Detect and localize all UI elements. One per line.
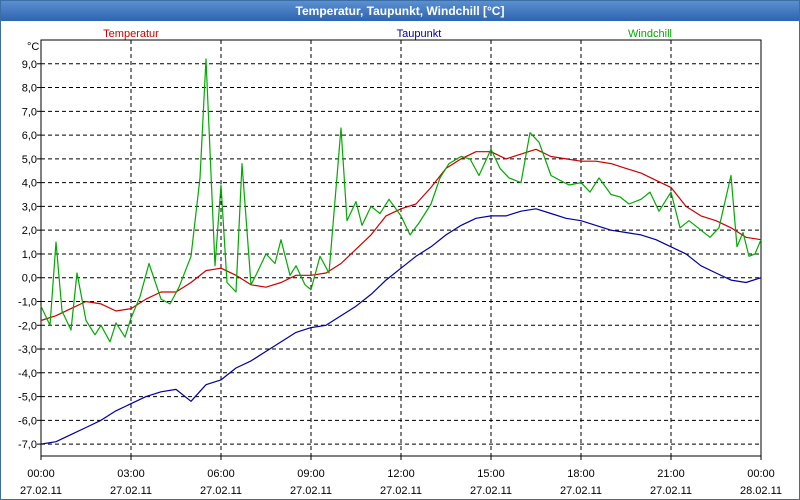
x-tick-date-label: 27.02.11 <box>20 485 62 497</box>
y-tick-label: -5,0 <box>18 392 37 404</box>
y-tick-label: 7,0 <box>22 106 37 118</box>
x-tick-time-label: 03:00 <box>117 468 145 480</box>
x-tick-date-label: 28.02.11 <box>740 485 782 497</box>
line-chart: -7,0 -6,0 -5,0 -4,0 -3,0 -2,0 -1,0 0,0 1,0 2,0 3,0… <box>18 28 782 497</box>
x-tick-time-label: 06:00 <box>207 468 235 480</box>
legend-label-taupunkt: Taupunkt <box>397 28 442 40</box>
y-tick-label: 0,0 <box>22 273 37 285</box>
x-tick-date-label: 27.02.11 <box>650 485 692 497</box>
chart-window: Temperatur, Taupunkt, Windchill [°C] -7,… <box>0 0 800 500</box>
x-tick-date-label: 27.02.11 <box>380 485 422 497</box>
y-tick-label: -6,0 <box>18 415 37 427</box>
y-tick-label: 9,0 <box>22 59 37 71</box>
y-tick-label: -7,0 <box>18 439 37 451</box>
x-tick-date-label: 27.02.11 <box>470 485 512 497</box>
legend-label-windchill: Windchill <box>628 28 672 40</box>
x-tick-date-label: 27.02.11 <box>560 485 602 497</box>
y-tick-label: 4,0 <box>22 178 37 190</box>
y-tick-label: -1,0 <box>18 296 37 308</box>
y-tick-label: 3,0 <box>22 201 37 213</box>
y-tick-label: 5,0 <box>22 154 37 166</box>
x-tick-time-label: 09:00 <box>297 468 325 480</box>
y-tick-label: 2,0 <box>22 225 37 237</box>
y-axis-label: °C <box>27 41 39 53</box>
x-tick-time-label: 12:00 <box>387 468 415 480</box>
x-tick-time-label: 21:00 <box>657 468 685 480</box>
y-tick-label: 6,0 <box>22 130 37 142</box>
y-tick-label: -4,0 <box>18 368 37 380</box>
x-tick-time-label: 18:00 <box>567 468 595 480</box>
x-tick-date-label: 27.02.11 <box>110 485 152 497</box>
y-tick-label: 1,0 <box>22 249 37 261</box>
x-tick-date-label: 27.02.11 <box>200 485 242 497</box>
x-tick-date-label: 27.02.11 <box>290 485 332 497</box>
x-tick-time-label: 00:00 <box>27 468 55 480</box>
window-title: Temperatur, Taupunkt, Windchill [°C] <box>1 1 799 21</box>
x-tick-time-label: 15:00 <box>477 468 505 480</box>
y-tick-label: -3,0 <box>18 344 37 356</box>
y-tick-label: -2,0 <box>18 320 37 332</box>
y-tick-label: 8,0 <box>22 83 37 95</box>
legend-label-temperatur: Temperatur <box>103 28 159 40</box>
x-tick-time-label: 00:00 <box>747 468 775 480</box>
